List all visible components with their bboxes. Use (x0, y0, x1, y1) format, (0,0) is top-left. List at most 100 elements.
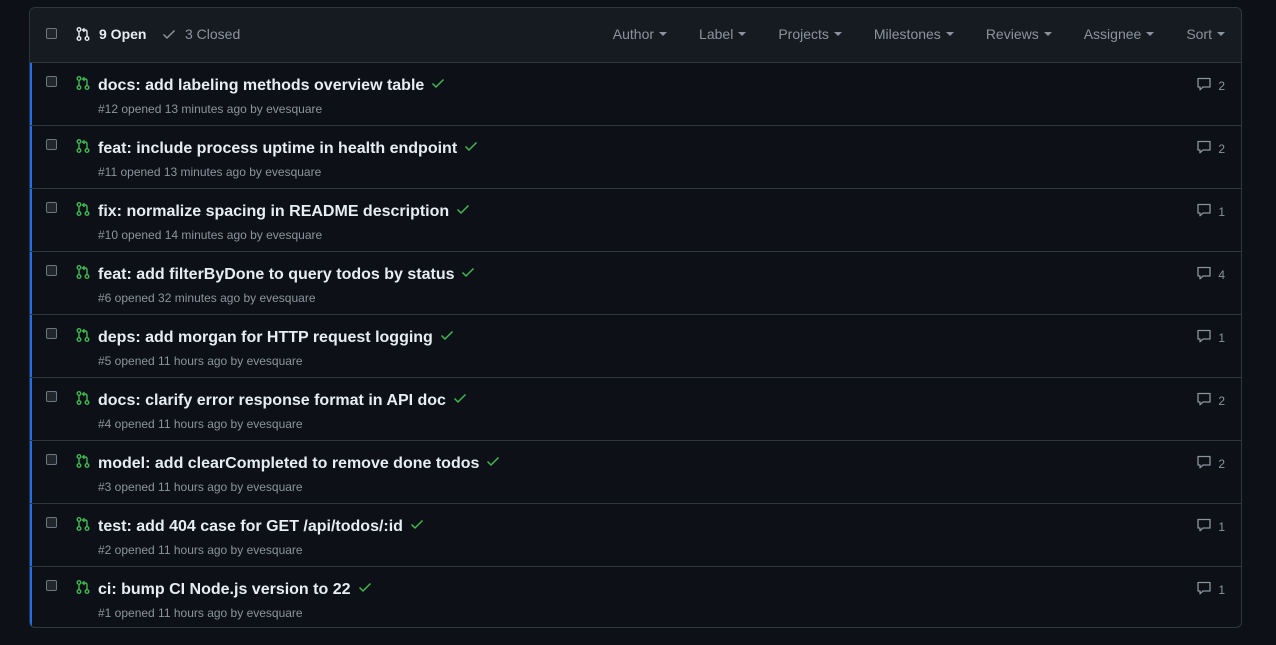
caret-down-icon (1217, 32, 1225, 36)
filter-label: Projects (778, 26, 829, 42)
pull-request-row: model: add clearCompleted to remove done… (30, 441, 1241, 504)
comment-count: 1 (1218, 582, 1225, 597)
comment-icon (1196, 328, 1218, 347)
row-checkbox[interactable] (46, 76, 57, 87)
caret-down-icon (1043, 32, 1052, 36)
pull-request-title-link[interactable]: fix: normalize spacing in README descrip… (98, 203, 449, 221)
pull-request-row: deps: add morgan for HTTP request loggin… (30, 315, 1241, 378)
title-line: deps: add morgan for HTTP request loggin… (98, 327, 455, 348)
comment-count: 1 (1218, 519, 1225, 534)
comments-link[interactable]: 2 (1196, 391, 1225, 410)
caret-down-icon (738, 32, 747, 36)
pull-request-meta: #4 opened 11 hours ago by evesquare (98, 417, 303, 431)
checks-passed-icon[interactable] (357, 579, 373, 600)
open-pull-request-icon (75, 390, 91, 411)
pull-request-meta: #12 opened 13 minutes ago by evesquare (98, 102, 323, 116)
comments-link[interactable]: 2 (1196, 139, 1225, 158)
pull-request-meta: #10 opened 14 minutes ago by evesquare (98, 228, 323, 242)
filter-sort-dropdown[interactable]: Sort (1186, 26, 1225, 42)
checks-passed-icon[interactable] (452, 390, 468, 411)
checks-passed-icon[interactable] (463, 138, 479, 159)
comment-count: 1 (1218, 330, 1225, 345)
comments-link[interactable]: 4 (1196, 265, 1225, 284)
filter-label: Label (699, 26, 734, 42)
checks-passed-icon[interactable] (485, 453, 501, 474)
caret-down-icon (945, 32, 954, 36)
pull-request-meta: #1 opened 11 hours ago by evesquare (98, 606, 303, 620)
comments-link[interactable]: 1 (1196, 202, 1225, 221)
pull-request-title-link[interactable]: model: add clearCompleted to remove done… (98, 455, 479, 473)
row-checkbox[interactable] (46, 580, 57, 591)
comments-link[interactable]: 1 (1196, 580, 1225, 599)
open-pull-request-icon (75, 516, 91, 537)
comment-icon (1196, 391, 1218, 410)
pull-request-title-link[interactable]: deps: add morgan for HTTP request loggin… (98, 329, 433, 347)
open-pull-request-icon (75, 75, 91, 96)
title-line: model: add clearCompleted to remove done… (98, 453, 501, 474)
row-checkbox[interactable] (46, 391, 57, 402)
pull-request-title-link[interactable]: feat: include process uptime in health e… (98, 140, 457, 158)
open-pull-request-icon (75, 201, 91, 222)
pull-request-title-link[interactable]: feat: add filterByDone to query todos by… (98, 266, 454, 284)
closed-count-label: 3 Closed (185, 26, 241, 42)
open-filter-tab[interactable]: 9 Open (75, 26, 146, 42)
comments-link[interactable]: 1 (1196, 517, 1225, 536)
checks-passed-icon[interactable] (439, 327, 455, 348)
pull-request-row: docs: clarify error response format in A… (30, 378, 1241, 441)
comment-count: 1 (1218, 204, 1225, 219)
pull-request-meta: #6 opened 32 minutes ago by evesquare (98, 291, 316, 305)
pull-request-row: ci: bump CI Node.js version to 22 #1 open… (30, 567, 1241, 627)
title-line: docs: add labeling methods overview tabl… (98, 75, 446, 96)
comment-icon (1196, 139, 1218, 158)
comments-link[interactable]: 2 (1196, 454, 1225, 473)
pull-request-title-link[interactable]: test: add 404 case for GET /api/todos/:i… (98, 518, 403, 536)
pull-request-meta: #2 opened 11 hours ago by evesquare (98, 543, 303, 557)
comment-count: 2 (1218, 456, 1225, 471)
pull-request-row: test: add 404 case for GET /api/todos/:i… (30, 504, 1241, 567)
row-checkbox[interactable] (46, 517, 57, 528)
filter-milestones-dropdown[interactable]: Milestones (874, 26, 954, 42)
filter-projects-dropdown[interactable]: Projects (778, 26, 842, 42)
comments-link[interactable]: 2 (1196, 76, 1225, 95)
open-count-label: 9 Open (99, 26, 147, 42)
pull-request-icon (76, 27, 90, 41)
filter-label: Milestones (873, 26, 941, 42)
checks-passed-icon[interactable] (409, 516, 425, 537)
filter-label-dropdown[interactable]: Label (699, 26, 747, 42)
pull-request-title-link[interactable]: docs: clarify error response format in A… (98, 392, 446, 410)
filter-assignee-dropdown[interactable]: Assignee (1084, 26, 1155, 42)
comment-icon (1196, 580, 1218, 599)
pull-request-title-link[interactable]: docs: add labeling methods overview tabl… (98, 77, 424, 95)
checks-passed-icon[interactable] (455, 201, 471, 222)
title-line: feat: include process uptime in health e… (98, 138, 479, 159)
pull-request-list: 9 Open 3 Closed Author Label Projects Miles… (29, 7, 1242, 628)
checks-passed-icon[interactable] (430, 75, 446, 96)
row-checkbox[interactable] (46, 139, 57, 150)
row-checkbox[interactable] (46, 454, 57, 465)
select-all-checkbox[interactable] (46, 28, 57, 39)
filter-label: Assignee (1083, 26, 1142, 42)
row-checkbox[interactable] (46, 265, 57, 276)
filter-reviews-dropdown[interactable]: Reviews (986, 26, 1052, 42)
pull-request-row: fix: normalize spacing in README descrip… (30, 189, 1241, 252)
pull-request-row: docs: add labeling methods overview tabl… (30, 63, 1241, 126)
pull-request-title-link[interactable]: ci: bump CI Node.js version to 22 (98, 581, 351, 599)
comment-count: 2 (1218, 393, 1225, 408)
comment-icon (1196, 76, 1218, 95)
caret-down-icon (833, 32, 842, 36)
checks-passed-icon[interactable] (460, 264, 476, 285)
title-line: test: add 404 case for GET /api/todos/:i… (98, 516, 425, 537)
filter-author-dropdown[interactable]: Author (613, 26, 668, 42)
list-header: 9 Open 3 Closed Author Label Projects Miles… (30, 8, 1241, 63)
filter-bar: Author Label Projects Milestones Reviews Assi… (581, 26, 1225, 42)
filter-label: Reviews (985, 26, 1039, 42)
closed-filter-tab[interactable]: 3 Closed (161, 26, 240, 42)
comments-link[interactable]: 1 (1196, 328, 1225, 347)
row-checkbox[interactable] (46, 328, 57, 339)
pull-request-meta: #3 opened 11 hours ago by evesquare (98, 480, 303, 494)
title-line: docs: clarify error response format in A… (98, 390, 468, 411)
comment-icon (1196, 454, 1218, 473)
pull-request-meta: #5 opened 11 hours ago by evesquare (98, 354, 303, 368)
open-pull-request-icon (75, 327, 91, 348)
row-checkbox[interactable] (46, 202, 57, 213)
